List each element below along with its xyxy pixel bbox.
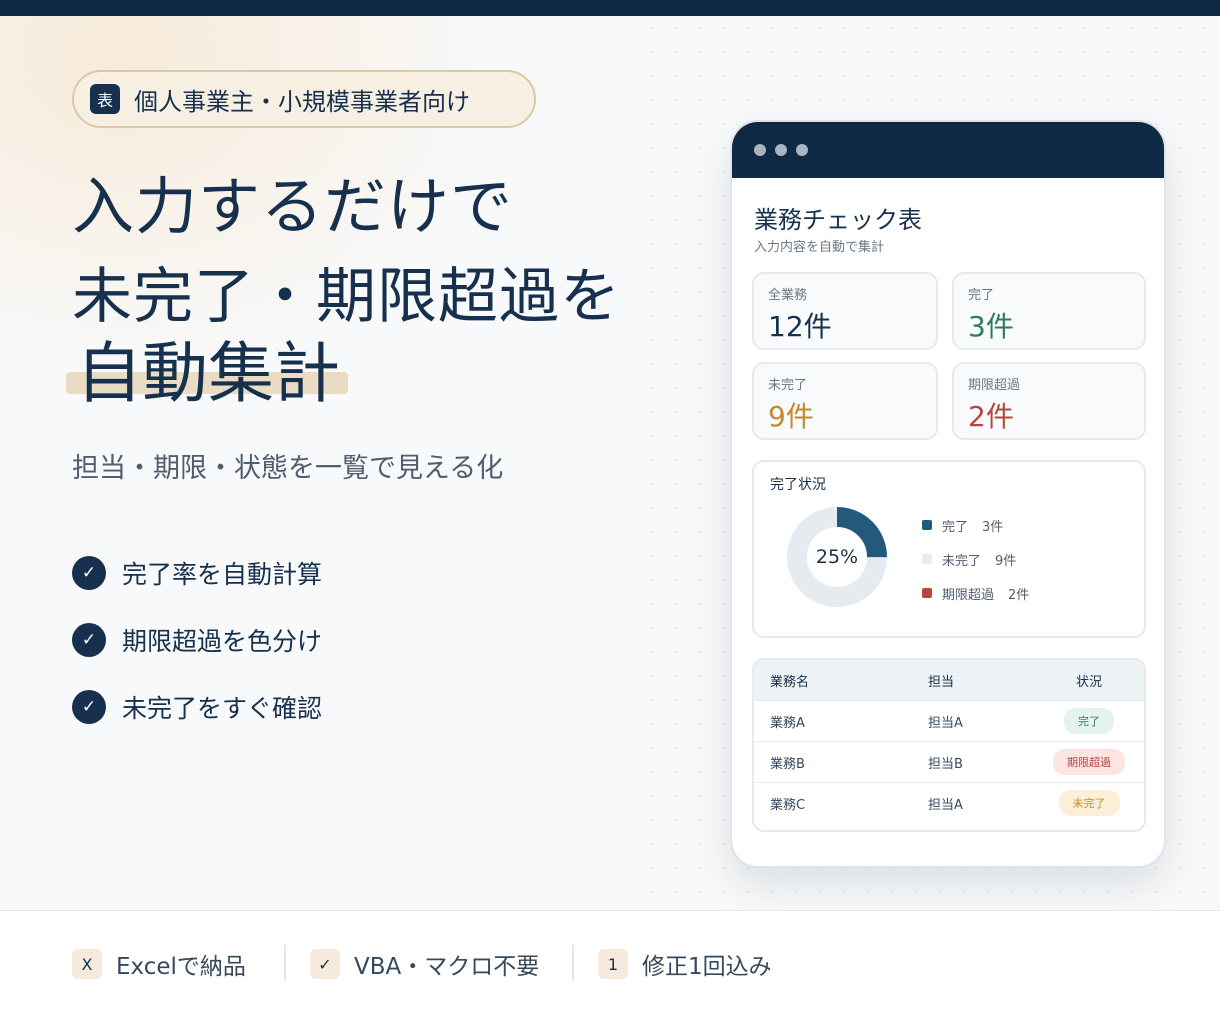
task-owner: 担当A	[928, 797, 963, 813]
legend-label: 完了	[942, 519, 969, 535]
window-dot-icon	[775, 144, 787, 156]
status-badge: 期限超過	[1053, 749, 1125, 775]
feature-list: ✓ 完了率を自動計算 ✓ 期限超過を色分け ✓ 未完了をすぐ確認	[72, 556, 322, 757]
headline-line-3: 自動集計	[76, 335, 340, 412]
column-header: 状況	[1075, 674, 1102, 690]
kpi-value: 12件	[768, 310, 832, 343]
feature-item: ✓ 期限超過を色分け	[72, 623, 322, 657]
legend-label: 期限超過	[942, 587, 995, 603]
completion-donut-chart: 25%	[787, 507, 887, 607]
sheet-subtitle: 入力内容を自動で集計	[754, 240, 885, 255]
legend-swatch	[922, 588, 932, 598]
table-row: 業務A 担当A 完了	[754, 700, 1144, 741]
headline-line-3-wrap: 自動集計	[66, 324, 348, 420]
footer-label: VBA・マクロ不要	[354, 954, 540, 980]
legend-swatch	[922, 520, 932, 530]
donut-center-label: 25%	[816, 546, 858, 568]
kpi-card-incomplete: 未完了 9件	[752, 362, 938, 440]
kpi-label: 完了	[968, 288, 995, 303]
status-cell: 完了	[1034, 708, 1144, 734]
footer-divider	[572, 945, 574, 981]
sheet-title: 業務チェック表	[754, 206, 922, 234]
status-cell: 期限超過	[1034, 749, 1144, 775]
kpi-value: 9件	[768, 400, 814, 433]
kpi-value: 2件	[968, 400, 1014, 433]
table-icon: 表	[90, 84, 120, 114]
subtitle: 担当・期限・状態を一覧で見える化	[72, 453, 504, 484]
footer-item: ✓ VBA・マクロ不要	[310, 948, 539, 980]
footer-divider	[284, 945, 286, 981]
chart-title: 完了状況	[770, 477, 826, 493]
feature-item: ✓ 未完了をすぐ確認	[72, 690, 322, 724]
feature-label: 未完了をすぐ確認	[122, 694, 323, 723]
footer-label: Excelで納品	[116, 954, 246, 980]
kpi-card-done: 完了 3件	[952, 272, 1146, 350]
task-name: 業務A	[770, 715, 805, 731]
excel-icon: X	[72, 949, 102, 979]
column-header: 担当	[928, 674, 955, 690]
badge-text: 個人事業主・小規模事業者向け	[134, 87, 470, 116]
task-table: 業務名 担当 状況 業務A 担当A 完了 業務B 担当B 期限超過 業務C 担当…	[752, 658, 1146, 832]
status-badge: 未完了	[1058, 790, 1120, 816]
number-one-icon: 1	[598, 949, 628, 979]
status-cell: 未完了	[1034, 790, 1144, 816]
chart-legend: 完了 3件 未完了 9件 期限超過 2件	[922, 508, 1029, 610]
check-icon: ✓	[72, 556, 106, 590]
completion-chart-card: 完了状況 25% 完了 3件 未完了 9件 期限超過 2件	[752, 460, 1146, 638]
legend-count: 9件	[995, 553, 1017, 569]
window-dot-icon	[796, 144, 808, 156]
table-row: 業務B 担当B 期限超過	[754, 741, 1144, 782]
legend-swatch	[922, 554, 932, 564]
table-header: 業務名 担当 状況	[754, 660, 1144, 700]
check-icon: ✓	[72, 690, 106, 724]
footer-label: 修正1回込み	[642, 954, 772, 980]
feature-label: 期限超過を色分け	[122, 627, 323, 656]
feature-label: 完了率を自動計算	[122, 560, 323, 589]
top-bar	[0, 0, 1220, 16]
kpi-card-total: 全業務 12件	[752, 272, 938, 350]
check-icon: ✓	[72, 623, 106, 657]
task-name: 業務B	[770, 756, 805, 772]
window-dot-icon	[754, 144, 766, 156]
legend-item: 未完了 9件	[922, 542, 1029, 576]
task-owner: 担当B	[928, 756, 963, 772]
footer-bar: X Excelで納品 ✓ VBA・マクロ不要 1 修正1回込み	[0, 910, 1220, 1016]
legend-count: 3件	[982, 519, 1004, 535]
spreadsheet-mockup-window: 業務チェック表 入力内容を自動で集計 全業務 12件 完了 3件 未完了 9件 …	[730, 120, 1166, 868]
task-name: 業務C	[770, 797, 806, 813]
kpi-label: 期限超過	[968, 378, 1021, 393]
audience-badge: 表 個人事業主・小規模事業者向け	[72, 70, 536, 128]
status-badge: 完了	[1064, 708, 1114, 734]
feature-item: ✓ 完了率を自動計算	[72, 556, 322, 590]
task-owner: 担当A	[928, 715, 963, 731]
footer-item: 1 修正1回込み	[598, 948, 772, 980]
column-header: 業務名	[770, 674, 810, 690]
table-row: 業務C 担当A 未完了	[754, 782, 1144, 823]
headline-line-1: 入力するだけで	[72, 170, 514, 243]
legend-count: 2件	[1008, 587, 1030, 603]
kpi-card-overdue: 期限超過 2件	[952, 362, 1146, 440]
window-titlebar	[732, 122, 1164, 178]
kpi-value: 3件	[968, 310, 1014, 343]
kpi-label: 全業務	[768, 288, 808, 303]
check-icon: ✓	[310, 949, 340, 979]
legend-item: 完了 3件	[922, 508, 1029, 542]
hero-section: 表 個人事業主・小規模事業者向け 入力するだけで 未完了・期限超過を 自動集計 …	[0, 16, 1220, 910]
footer-item: X Excelで納品	[72, 948, 246, 980]
legend-item: 期限超過 2件	[922, 576, 1029, 610]
kpi-label: 未完了	[768, 378, 808, 393]
legend-label: 未完了	[942, 553, 982, 569]
